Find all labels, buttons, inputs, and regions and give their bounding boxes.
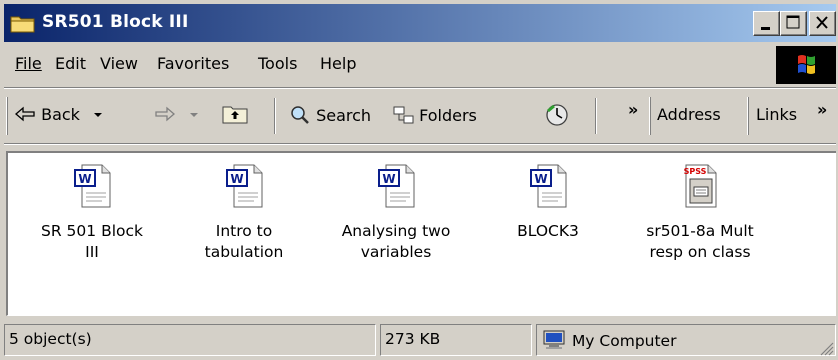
- svg-text:W: W: [534, 172, 547, 186]
- file-name-line2: III: [85, 243, 99, 261]
- svg-text:SPSS: SPSS: [684, 167, 707, 176]
- svg-text:W: W: [78, 172, 91, 186]
- svg-text:W: W: [230, 172, 243, 186]
- file-item[interactable]: W Analysing two variables: [326, 161, 466, 263]
- toolbar-grip[interactable]: [6, 97, 8, 135]
- status-object-count: 5 object(s): [4, 324, 376, 356]
- address-label[interactable]: Address: [657, 105, 721, 124]
- forward-button[interactable]: [154, 105, 201, 124]
- close-icon: [816, 16, 828, 29]
- maximize-icon: [786, 15, 800, 29]
- up-folder-button[interactable]: [220, 102, 250, 130]
- explorer-window: SR501 Block III File Edit View Favorites…: [0, 0, 838, 360]
- links-button[interactable]: Links: [756, 105, 797, 124]
- folders-icon: [393, 106, 414, 124]
- menu-edit-label: Edit: [55, 54, 86, 73]
- file-name-line1: Intro to: [215, 222, 273, 240]
- back-button[interactable]: Back: [14, 105, 105, 124]
- file-name: BLOCK3: [478, 221, 618, 242]
- windows-logo: [776, 46, 836, 84]
- status-zone: My Computer: [536, 324, 836, 356]
- address-grip[interactable]: [649, 97, 651, 135]
- folders-button[interactable]: Folders: [392, 105, 477, 125]
- window-title: SR501 Block III: [42, 12, 189, 32]
- word-doc-icon: W: [226, 164, 263, 208]
- links-label: Links: [756, 105, 798, 124]
- back-label: Back: [41, 105, 80, 124]
- search-button[interactable]: Search: [289, 105, 371, 125]
- folder-icon: [10, 16, 35, 33]
- menu-help[interactable]: Help: [320, 54, 356, 73]
- resize-grip-icon[interactable]: [818, 340, 834, 356]
- forward-dropdown-icon[interactable]: [187, 110, 201, 120]
- menu-edit[interactable]: Edit: [55, 54, 86, 73]
- toolbar-separator-h: [4, 143, 836, 145]
- menu-favorites[interactable]: Favorites: [157, 54, 229, 73]
- search-icon: [291, 106, 309, 124]
- links-grip[interactable]: [747, 97, 749, 135]
- file-item[interactable]: W BLOCK3: [478, 161, 618, 242]
- menu-separator: [4, 87, 836, 89]
- file-item[interactable]: W SR 501 Block III: [22, 161, 162, 263]
- folders-label: Folders: [419, 106, 477, 125]
- menu-view[interactable]: View: [100, 54, 138, 73]
- menu-file-label: File: [15, 54, 42, 73]
- maximize-button[interactable]: [780, 11, 807, 36]
- file-name: Intro to tabulation: [174, 221, 314, 263]
- windows-flag-icon: [798, 55, 815, 74]
- up-folder-icon: [222, 106, 248, 124]
- my-computer-icon: [543, 330, 565, 349]
- file-name-line1: sr501-8a Mult: [646, 222, 754, 240]
- file-list-view[interactable]: W SR 501 Block III W Intro to tabulation: [6, 151, 836, 316]
- title-bar[interactable]: SR501 Block III: [4, 4, 836, 42]
- file-name-line1: Analysing two: [341, 222, 451, 240]
- word-doc-icon: W: [378, 164, 415, 208]
- status-bar: 5 object(s) 273 KB My Computer: [4, 321, 836, 359]
- menu-bar: File Edit View Favorites Tools Help: [4, 45, 836, 85]
- minimize-icon: [761, 27, 770, 30]
- file-name-line2: resp on class: [649, 243, 751, 261]
- search-label: Search: [316, 106, 372, 125]
- back-dropdown-icon[interactable]: [91, 110, 105, 120]
- minimize-button[interactable]: [753, 11, 780, 36]
- file-item[interactable]: W Intro to tabulation: [174, 161, 314, 263]
- file-item[interactable]: SPSS sr501-8a Mult resp on class: [630, 161, 770, 263]
- links-chevron[interactable]: »: [817, 100, 827, 119]
- toolbar-separator: [274, 98, 276, 134]
- menu-help-label: Help: [320, 54, 357, 73]
- forward-arrow-icon: [155, 106, 175, 122]
- history-icon: [546, 104, 568, 126]
- menu-tools[interactable]: Tools: [258, 54, 297, 73]
- toolbar-chevron[interactable]: »: [628, 100, 638, 119]
- file-name-line2: variables: [360, 243, 432, 261]
- spss-file-icon: SPSS: [684, 164, 717, 208]
- history-button[interactable]: [544, 103, 570, 131]
- standard-toolbar: Back Search Folders » Address Links »: [4, 91, 836, 141]
- status-size: 273 KB: [380, 324, 532, 356]
- file-name-line2: tabulation: [204, 243, 284, 261]
- menu-view-label: View: [100, 54, 138, 73]
- back-arrow-icon: [15, 106, 35, 122]
- file-name: sr501-8a Mult resp on class: [630, 221, 770, 263]
- file-name: SR 501 Block III: [22, 221, 162, 263]
- toolbar-separator-2: [595, 98, 597, 134]
- menu-tools-label: Tools: [258, 54, 298, 73]
- svg-text:W: W: [382, 172, 395, 186]
- close-button[interactable]: [809, 11, 836, 36]
- status-zone-label: My Computer: [571, 332, 677, 350]
- menu-file[interactable]: File: [15, 54, 42, 73]
- file-name: Analysing two variables: [326, 221, 466, 263]
- word-doc-icon: W: [74, 164, 111, 208]
- menu-favorites-label: Favorites: [157, 54, 230, 73]
- word-doc-icon: W: [530, 164, 567, 208]
- file-name-line1: SR 501 Block: [41, 222, 143, 240]
- file-name-line1: BLOCK3: [517, 222, 579, 240]
